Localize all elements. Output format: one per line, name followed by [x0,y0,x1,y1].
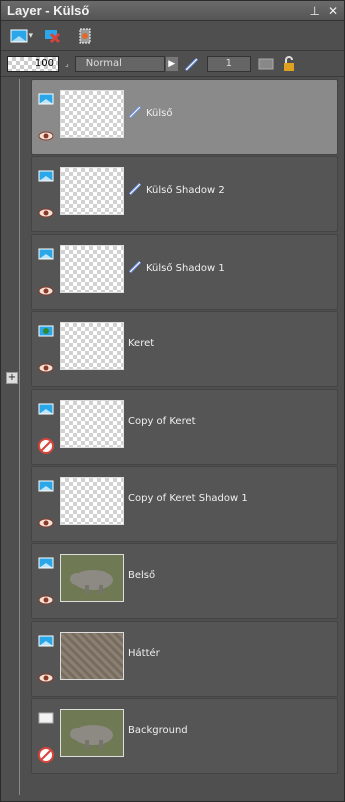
link-icon [128,183,142,198]
rhino-photo-icon [61,555,123,602]
layer-name-label: Background [128,725,188,737]
layer-thumbnail [60,631,124,680]
layer-name: Copy of Keret Shadow 1 [128,493,248,504]
blend-mode-value: Normal [85,57,122,69]
vector-layer-icon[interactable] [38,322,54,337]
panel-title: Layer - Külső [7,3,90,18]
layer-thumbnail [60,709,124,758]
layer-row[interactable]: Copy of Keret Shadow 1 [31,466,338,542]
raster-layer-icon[interactable] [38,477,54,492]
layer-properties-bar: 100 ⌟ Normal ▶ 1 [1,51,344,77]
hidden-eye-icon[interactable] [38,437,54,454]
layer-name-label: Külső [146,108,173,119]
layer-name-label: Belső [128,570,156,582]
eye-icon[interactable] [38,592,54,606]
layer-list: + Külső Külső Shadow 2 Külső Shadow 1 Keret… [6,79,338,795]
delete-layer-icon [45,29,61,43]
layer-row[interactable]: Copy of Keret [31,388,338,465]
layer-thumbnail [60,399,124,448]
layer-name: Külső Shadow 1 [128,260,225,276]
raster-layer-icon[interactable] [38,90,54,105]
layer-name: Háttér [128,648,160,659]
pin-icon[interactable]: ⊥ [309,4,319,18]
layer-row[interactable]: Belső [31,543,338,620]
blend-mode-select[interactable]: Normal ▶ [74,55,178,72]
layer-thumbnail [60,477,124,525]
layer-name: Keret [128,338,154,349]
layer-row[interactable]: Háttér [31,620,338,697]
layer-name: Background [128,725,188,736]
layer-name: Copy of Keret [128,416,196,427]
hidden-eye-icon[interactable] [38,747,54,764]
panel-titlebar[interactable]: Layer - Külső ⊥ ✕ [1,1,344,21]
layer-thumbnail [60,554,124,603]
layer-name-label: Külső Shadow 2 [146,185,225,197]
layer-row[interactable]: Külső Shadow 1 [31,233,338,310]
layer-name: Külső [128,105,173,121]
close-icon[interactable]: ✕ [328,4,338,18]
layer-row[interactable]: Külső [31,79,338,155]
chevron-down-icon: ▾ [28,30,33,41]
new-layer-button[interactable]: ▾ [9,26,33,46]
eye-icon[interactable] [38,515,54,529]
eye-icon[interactable] [38,360,54,374]
link-set-field[interactable]: 1 [206,55,251,72]
link-icon [128,105,142,121]
layer-name-label: Copy of Keret Shadow 1 [128,493,248,504]
raster-layer-icon[interactable] [38,167,54,182]
layer-toolbar: ▾ [1,21,344,51]
raster-layer-icon[interactable] [38,245,54,260]
layer-thumbnail [60,322,124,371]
layer-name-label: Külső Shadow 1 [146,262,225,274]
layer-row[interactable]: Keret [31,311,338,388]
rhino-photo-icon [61,710,123,757]
layer-name: Belső [128,570,155,581]
expand-group-button[interactable]: + [6,372,18,384]
raster-layer-icon[interactable] [38,632,54,647]
delete-layer-button[interactable] [41,26,65,46]
eye-icon[interactable] [38,205,54,219]
layer-panel: Layer - Külső ⊥ ✕ ▾ 100 ⌟ Normal ▶ 1 + K… [0,0,345,802]
layer-name-label: Háttér [128,647,160,659]
layer-thumbnail [60,244,124,293]
mask-icon [79,28,91,43]
opacity-field[interactable]: 100 [7,55,59,72]
layer-name-label: Copy of Keret [128,415,196,427]
link-icon [128,260,142,276]
tree-connector-line [19,79,20,795]
layer-row[interactable]: Külső Shadow 2 [31,156,338,233]
opacity-slider-handle[interactable]: ⌟ [65,59,69,68]
chevron-right-icon[interactable]: ▶ [165,56,178,71]
eye-icon[interactable] [38,128,54,142]
link-icon[interactable] [183,56,201,72]
eye-icon[interactable] [38,670,54,684]
layer-name: Külső Shadow 2 [128,183,225,198]
group-icon[interactable] [257,56,275,72]
layer-row[interactable]: Background [31,698,338,775]
eye-icon[interactable] [38,283,54,297]
layer-name-label: Keret [128,338,155,350]
layer-thumbnail [60,90,124,138]
raster-layer-icon[interactable] [38,400,54,415]
raster-layer-icon[interactable] [38,554,54,569]
background-layer-icon[interactable] [38,709,54,724]
layer-thumbnail [60,167,124,216]
lock-icon[interactable] [281,55,297,72]
layer-mask-button[interactable] [73,26,97,46]
new-layer-icon [10,29,28,42]
